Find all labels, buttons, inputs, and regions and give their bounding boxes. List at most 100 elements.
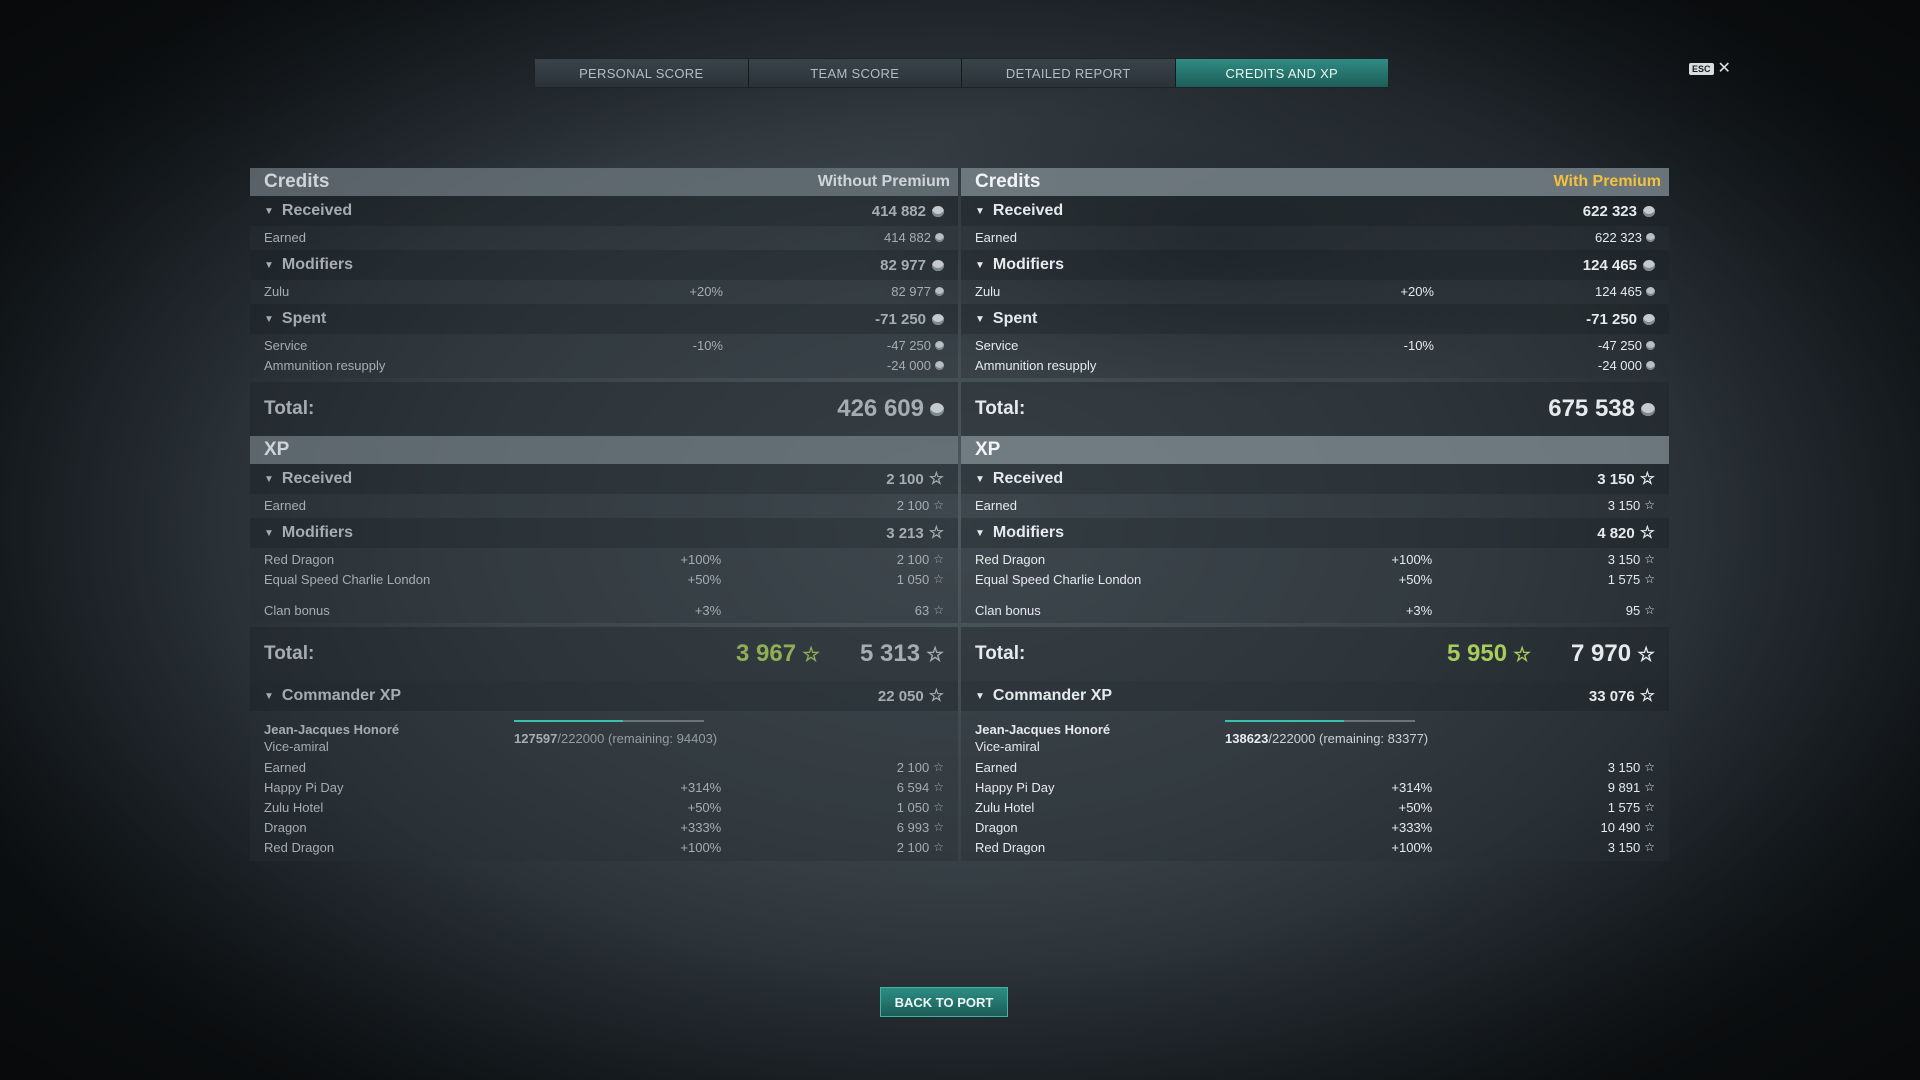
breakdown-row: Earned 414 882	[250, 227, 958, 247]
group-header-commander-xp[interactable]: ▼ Commander XP 33 076 ☆	[961, 681, 1669, 711]
breakdown-row: Equal Speed Charlie London +50% 1 050 ☆	[250, 569, 958, 589]
tab-detailed-report[interactable]: DETAILED REPORT	[962, 59, 1176, 87]
row-label: Earned	[975, 759, 1017, 775]
row-label: Equal Speed Charlie London	[264, 571, 431, 587]
commander-info: Jean-Jacques Honoré Vice-amiral 138623/222…	[961, 720, 1669, 757]
row-percent: -10%	[692, 337, 723, 353]
row-value: 9 891	[1607, 779, 1641, 795]
breakdown-row: Equal Speed Charlie London +50% 1 575 ☆	[961, 569, 1669, 589]
credits-header: Credits With Premium	[961, 168, 1669, 196]
group-header-received[interactable]: ▼ Received 622 323	[961, 196, 1669, 226]
commander-rank: Vice-amiral	[264, 739, 329, 754]
row-percent: +100%	[1391, 839, 1433, 855]
collapse-caret-icon[interactable]: ▼	[975, 691, 985, 702]
group-received: ▼ Received 622 323 Earned 622 323	[961, 196, 1669, 250]
group-total: -71 250	[875, 310, 926, 328]
group-spent: ▼ Spent -71 250 Service -10% -47 250 Ammunitio…	[961, 304, 1669, 378]
total-row: Total: 3 967 ☆ 5 313 ☆	[250, 627, 958, 681]
row-label: Dragon	[975, 819, 1018, 835]
group-header-modifiers[interactable]: ▼ Modifiers 82 977	[250, 250, 958, 280]
group-header-modifiers[interactable]: ▼ Modifiers 3 213 ☆	[250, 518, 958, 548]
row-label: Equal Speed Charlie London	[975, 571, 1142, 587]
breakdown-row: Earned 3 150 ☆	[961, 757, 1669, 777]
collapse-caret-icon[interactable]: ▼	[264, 474, 274, 485]
group-label: Modifiers	[992, 524, 1065, 541]
collapse-caret-icon[interactable]: ▼	[975, 528, 985, 539]
group-rows: Service -10% -47 250 Ammunition resupply -24…	[250, 334, 958, 378]
row-percent: +100%	[680, 551, 722, 567]
credits-icon	[1643, 313, 1655, 325]
row-value: -24 000	[1597, 357, 1642, 373]
xp-star-icon: ☆	[933, 820, 944, 834]
group-modifiers: ▼ Modifiers 3 213 ☆ Red Dragon +100% 2 100 ☆ Equ…	[250, 518, 958, 623]
row-value: 3 150	[1607, 551, 1641, 567]
group-header-received[interactable]: ▼ Received 2 100 ☆	[250, 464, 958, 494]
section-title: XP	[975, 439, 1001, 460]
back-to-port-button[interactable]: BACK TO PORT	[880, 987, 1008, 1017]
breakdown-row: Earned 3 150 ☆	[961, 495, 1669, 515]
xp-star-icon: ☆	[933, 572, 944, 586]
group-header-received[interactable]: ▼ Received 414 882	[250, 196, 958, 226]
close-icon: ✕	[1717, 60, 1731, 77]
total-label: Total:	[264, 398, 315, 419]
row-percent: -10%	[1403, 337, 1434, 353]
xp-star-icon: ☆	[933, 800, 944, 814]
row-value: 124 465	[1595, 283, 1642, 299]
commander-progress: 138623/222000 (remaining: 83377)	[1225, 720, 1655, 757]
group-total: 3 213	[886, 524, 924, 542]
row-percent: +100%	[1391, 551, 1433, 567]
credits-icon	[1646, 360, 1655, 370]
tab-credits-and-xp[interactable]: CREDITS AND XP	[1175, 59, 1388, 87]
collapse-caret-icon[interactable]: ▼	[264, 206, 274, 217]
group-label: Received	[992, 202, 1064, 219]
commander-name: Jean-Jacques Honoré	[975, 722, 1111, 737]
group-header-modifiers[interactable]: ▼ Modifiers 124 465	[961, 250, 1669, 280]
row-value: 1 575	[1607, 571, 1641, 587]
breakdown-row: Zulu Hotel +50% 1 050 ☆	[250, 797, 958, 817]
xp-star-icon: ☆	[1644, 603, 1655, 617]
collapse-caret-icon[interactable]: ▼	[264, 691, 274, 702]
collapse-caret-icon[interactable]: ▼	[975, 260, 985, 271]
group-total: 2 100	[886, 470, 924, 488]
premium-mode-label: Without Premium	[817, 173, 950, 190]
close-button[interactable]: ESC ✕	[1689, 60, 1731, 77]
group-modifiers: ▼ Modifiers 82 977 Zulu +20% 82 977	[250, 250, 958, 304]
progress-text: 138623/222000 (remaining: 83377)	[1225, 731, 1428, 746]
xp-star-icon: ☆	[1644, 552, 1655, 566]
collapse-caret-icon[interactable]: ▼	[975, 474, 985, 485]
total-row: Total: 675 538	[961, 382, 1669, 436]
row-value: -24 000	[886, 357, 931, 373]
commander-xp-section: ▼ Commander XP 22 050 ☆ Jean-Jacques Honoré V…	[250, 681, 958, 861]
breakdown-row: Zulu +20% 82 977	[250, 281, 958, 301]
group-header-spent[interactable]: ▼ Spent -71 250	[961, 304, 1669, 334]
collapse-caret-icon[interactable]: ▼	[975, 314, 985, 325]
total-value: 675 538	[1548, 395, 1655, 423]
progress-text: 127597/222000 (remaining: 94403)	[514, 731, 717, 746]
breakdown-row: Clan bonus +3% 63 ☆	[250, 600, 958, 620]
group-header-received[interactable]: ▼ Received 3 150 ☆	[961, 464, 1669, 494]
xp-remaining: (remaining: 94403)	[608, 731, 718, 746]
collapse-caret-icon[interactable]: ▼	[264, 528, 274, 539]
tab-personal-score[interactable]: PERSONAL SCORE	[535, 59, 749, 87]
group-received: ▼ Received 3 150 ☆ Earned 3 150 ☆	[961, 464, 1669, 518]
xp-header: XP	[961, 436, 1669, 464]
panel-with-premium: Credits With Premium ▼ Received 622 323 Earne…	[961, 168, 1669, 861]
total-number: 7 970	[1571, 640, 1632, 667]
xp-star-icon: ☆	[802, 643, 820, 666]
collapse-caret-icon[interactable]: ▼	[975, 206, 985, 217]
group-header-modifiers[interactable]: ▼ Modifiers 4 820 ☆	[961, 518, 1669, 548]
row-percent: +100%	[680, 839, 722, 855]
collapse-caret-icon[interactable]: ▼	[264, 314, 274, 325]
credits-icon	[1646, 340, 1655, 350]
breakdown-row: Red Dragon +100% 2 100 ☆	[250, 837, 958, 857]
xp-header: XP	[250, 436, 958, 464]
breakdown-row: Red Dragon +100% 3 150 ☆	[961, 549, 1669, 569]
credits-icon	[935, 360, 944, 370]
group-header-commander-xp[interactable]: ▼ Commander XP 22 050 ☆	[250, 681, 958, 711]
group-header-spent[interactable]: ▼ Spent -71 250	[250, 304, 958, 334]
group-rows: Earned 414 882	[250, 226, 958, 250]
credits-icon	[932, 313, 944, 325]
tab-team-score[interactable]: TEAM SCORE	[748, 59, 962, 87]
collapse-caret-icon[interactable]: ▼	[264, 260, 274, 271]
breakdown-row: Ammunition resupply -24 000	[961, 355, 1669, 375]
